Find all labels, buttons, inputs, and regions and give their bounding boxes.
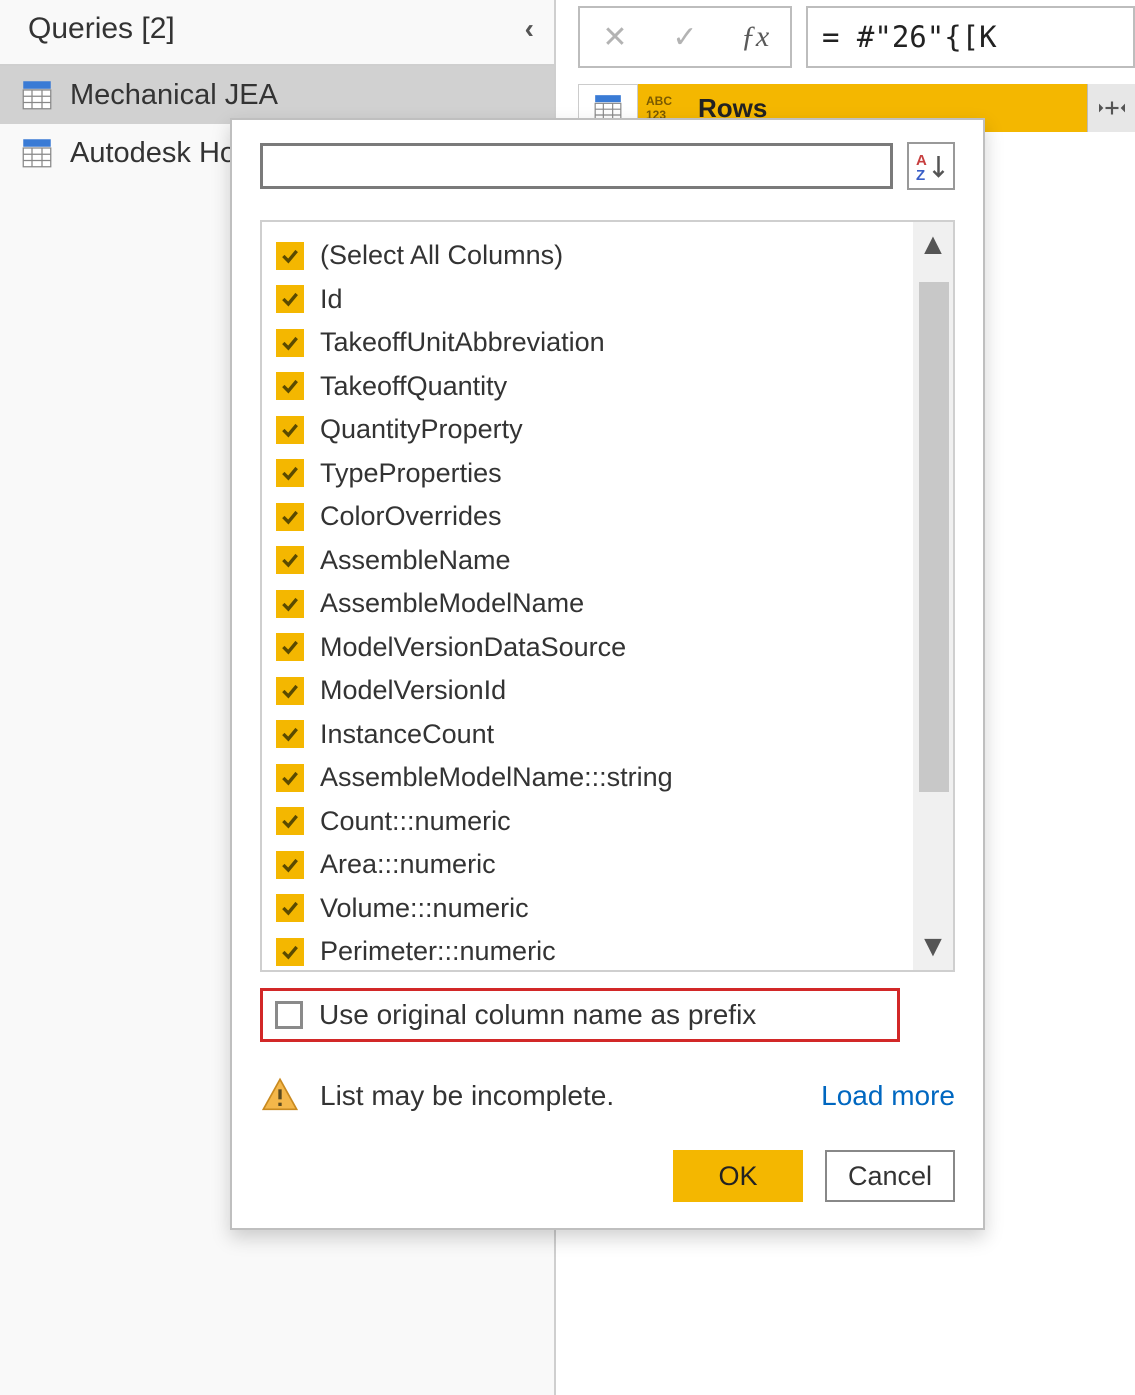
column-option-label: QuantityProperty — [320, 414, 523, 445]
table-icon — [22, 80, 52, 110]
column-option[interactable]: Id — [276, 278, 905, 322]
column-option-label: Count:::numeric — [320, 806, 511, 837]
scroll-up-icon[interactable]: ▲ — [918, 230, 948, 260]
checkbox-checked-icon[interactable] — [276, 851, 304, 879]
formula-toolbar: ✕ ✓ ƒx = #"26"{[K — [578, 6, 1135, 68]
checkbox-checked-icon[interactable] — [276, 677, 304, 705]
fx-icon[interactable]: ƒx — [720, 20, 790, 54]
scrollbar[interactable]: ▲ ▼ — [913, 222, 953, 970]
column-option-label: Perimeter:::numeric — [320, 936, 556, 967]
query-item-mechanical-jea[interactable]: Mechanical JEA — [0, 66, 554, 124]
queries-header: Queries [2] ‹ — [0, 0, 554, 66]
use-prefix-row[interactable]: Use original column name as prefix — [260, 988, 900, 1042]
column-option-label: ModelVersionDataSource — [320, 632, 626, 663]
use-prefix-label: Use original column name as prefix — [319, 999, 756, 1031]
checkbox-checked-icon[interactable] — [276, 285, 304, 313]
checkbox-checked-icon[interactable] — [276, 633, 304, 661]
checkbox-checked-icon[interactable] — [276, 764, 304, 792]
sort-az-button[interactable]: AZ — [907, 142, 955, 190]
checkbox-checked-icon[interactable] — [276, 546, 304, 574]
column-option[interactable]: AssembleModelName — [276, 582, 905, 626]
column-option-label: TakeoffQuantity — [320, 371, 507, 402]
column-option[interactable]: AssembleModelName:::string — [276, 756, 905, 800]
checkbox-checked-icon[interactable] — [276, 720, 304, 748]
checkbox-checked-icon[interactable] — [276, 416, 304, 444]
column-option[interactable]: InstanceCount — [276, 713, 905, 757]
column-option-label: AssembleModelName — [320, 588, 584, 619]
column-option[interactable]: TakeoffQuantity — [276, 365, 905, 409]
accept-formula-icon[interactable]: ✓ — [650, 20, 720, 55]
column-option-label: AssembleModelName:::string — [320, 762, 673, 793]
expand-columns-dropdown: AZ (Select All Columns) Id TakeoffUnitAbbr… — [230, 118, 985, 1230]
checkbox-checked-icon[interactable] — [276, 459, 304, 487]
column-option-label: ColorOverrides — [320, 501, 502, 532]
checkbox-checked-icon[interactable] — [276, 590, 304, 618]
column-option[interactable]: QuantityProperty — [276, 408, 905, 452]
formula-button-group: ✕ ✓ ƒx — [578, 6, 792, 68]
cancel-formula-icon[interactable]: ✕ — [580, 20, 650, 55]
column-option[interactable]: ModelVersionId — [276, 669, 905, 713]
warning-row: List may be incomplete. Load more — [260, 1076, 955, 1116]
warning-text: List may be incomplete. — [320, 1080, 801, 1112]
column-option-label: (Select All Columns) — [320, 240, 563, 271]
query-item-label: Autodesk Hos — [70, 137, 251, 170]
scroll-thumb[interactable] — [919, 282, 949, 792]
query-item-label: Mechanical JEA — [70, 79, 278, 112]
column-option[interactable]: ColorOverrides — [276, 495, 905, 539]
column-option[interactable]: AssembleName — [276, 539, 905, 583]
column-search-input[interactable] — [260, 143, 893, 189]
column-option-label: Id — [320, 284, 343, 315]
queries-title: Queries [2] — [28, 12, 175, 46]
checkbox-checked-icon[interactable] — [276, 372, 304, 400]
svg-text:ABC: ABC — [646, 94, 672, 108]
column-option-label: InstanceCount — [320, 719, 494, 750]
expand-column-icon[interactable] — [1087, 84, 1135, 132]
column-option-label: AssembleName — [320, 545, 511, 576]
column-option[interactable]: Volume:::numeric — [276, 887, 905, 931]
column-option-label: ModelVersionId — [320, 675, 506, 706]
column-option[interactable]: TakeoffUnitAbbreviation — [276, 321, 905, 365]
column-option-label: Area:::numeric — [320, 849, 496, 880]
collapse-icon[interactable]: ‹ — [525, 13, 534, 45]
warning-icon — [260, 1076, 300, 1116]
svg-text:Z: Z — [916, 167, 925, 181]
checkbox-checked-icon[interactable] — [276, 503, 304, 531]
use-prefix-checkbox[interactable] — [275, 1001, 303, 1029]
columns-list-frame: (Select All Columns) Id TakeoffUnitAbbrevi… — [260, 220, 955, 972]
column-option-label: TakeoffUnitAbbreviation — [320, 327, 605, 358]
dialog-buttons: OK Cancel — [260, 1150, 955, 1202]
checkbox-checked-icon[interactable] — [276, 938, 304, 966]
formula-text: = #"26"{[K — [822, 20, 997, 54]
load-more-link[interactable]: Load more — [821, 1080, 955, 1112]
checkbox-checked-icon[interactable] — [276, 242, 304, 270]
checkbox-checked-icon[interactable] — [276, 807, 304, 835]
checkbox-checked-icon[interactable] — [276, 329, 304, 357]
table-icon — [22, 138, 52, 168]
column-option-label: Volume:::numeric — [320, 893, 529, 924]
column-option[interactable]: TypeProperties — [276, 452, 905, 496]
ok-button[interactable]: OK — [673, 1150, 803, 1202]
scroll-down-icon[interactable]: ▼ — [918, 932, 948, 962]
column-option[interactable]: (Select All Columns) — [276, 234, 905, 278]
column-option[interactable]: Perimeter:::numeric — [276, 930, 905, 970]
column-option[interactable]: ModelVersionDataSource — [276, 626, 905, 670]
column-option[interactable]: Area:::numeric — [276, 843, 905, 887]
columns-list: (Select All Columns) Id TakeoffUnitAbbrevi… — [262, 222, 913, 970]
column-option-label: TypeProperties — [320, 458, 502, 489]
column-option[interactable]: Count:::numeric — [276, 800, 905, 844]
cancel-button[interactable]: Cancel — [825, 1150, 955, 1202]
checkbox-checked-icon[interactable] — [276, 894, 304, 922]
formula-input[interactable]: = #"26"{[K — [806, 6, 1135, 68]
